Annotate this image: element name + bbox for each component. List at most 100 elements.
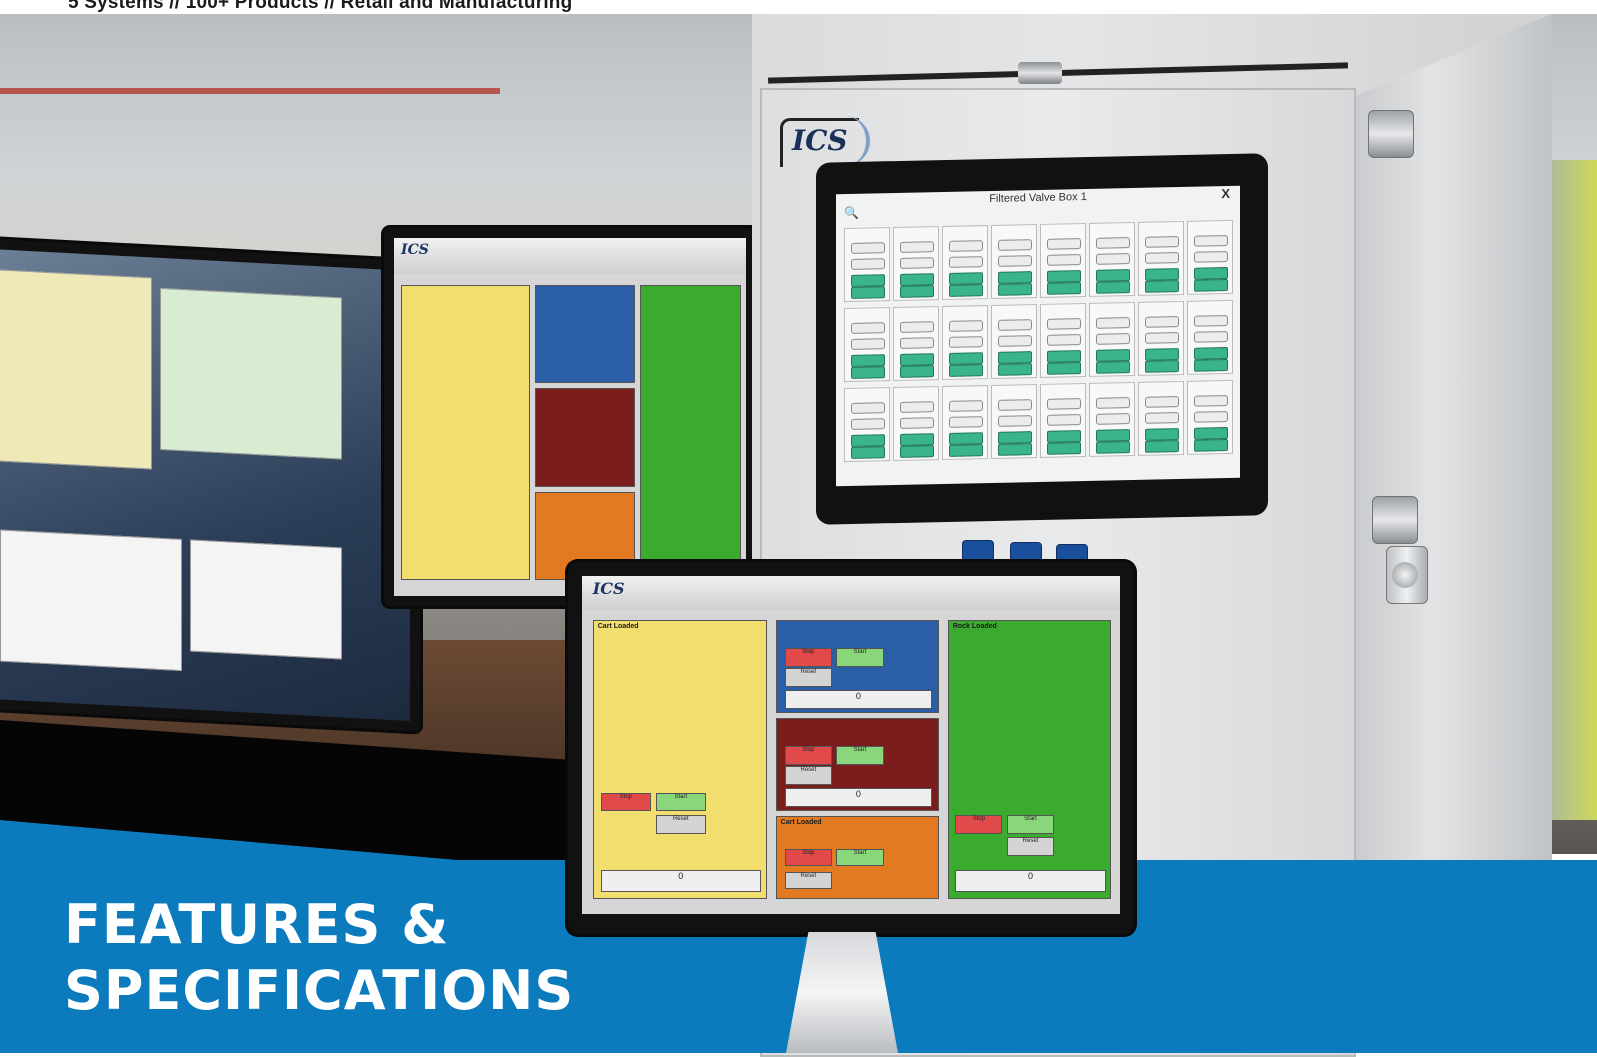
valve-status-button[interactable] — [1145, 268, 1179, 281]
valve-status-button[interactable] — [1145, 428, 1179, 441]
valve-button[interactable] — [1096, 413, 1130, 425]
valve-cell[interactable] — [1040, 222, 1086, 298]
valve-status-button[interactable] — [1194, 427, 1228, 440]
stop-button[interactable]: Stop — [784, 746, 832, 765]
valve-cell[interactable] — [942, 225, 988, 301]
valve-status-button[interactable] — [949, 284, 983, 297]
valve-status-button[interactable] — [1047, 350, 1081, 363]
valve-cell[interactable] — [942, 385, 988, 461]
valve-button[interactable] — [1145, 316, 1179, 328]
valve-button[interactable] — [998, 335, 1032, 347]
valve-button[interactable] — [949, 320, 983, 332]
valve-button[interactable] — [1145, 236, 1179, 248]
start-button[interactable]: Start — [836, 746, 884, 765]
valve-status-button[interactable] — [949, 364, 983, 377]
valve-status-button[interactable] — [1047, 282, 1081, 295]
valve-cell[interactable] — [1089, 381, 1135, 457]
valve-button[interactable] — [949, 256, 983, 268]
valve-cell[interactable] — [1040, 382, 1086, 458]
valve-button[interactable] — [851, 402, 885, 414]
valve-status-button[interactable] — [998, 431, 1032, 444]
valve-status-button[interactable] — [900, 353, 934, 366]
valve-status-button[interactable] — [1145, 360, 1179, 373]
valve-status-button[interactable] — [900, 365, 934, 378]
valve-button[interactable] — [1047, 414, 1081, 426]
reset-button[interactable]: Reset — [1006, 837, 1055, 856]
valve-cell[interactable] — [1187, 219, 1233, 295]
valve-cell[interactable] — [1187, 299, 1233, 375]
valve-status-button[interactable] — [949, 352, 983, 365]
valve-status-button[interactable] — [1047, 362, 1081, 375]
start-button[interactable]: Start — [1006, 814, 1055, 834]
valve-status-button[interactable] — [998, 271, 1032, 284]
valve-cell[interactable] — [1138, 380, 1184, 456]
valve-status-button[interactable] — [998, 363, 1032, 376]
valve-status-button[interactable] — [1096, 269, 1130, 282]
valve-button[interactable] — [900, 241, 934, 253]
valve-button[interactable] — [998, 255, 1032, 267]
valve-status-button[interactable] — [1047, 442, 1081, 455]
valve-status-button[interactable] — [1194, 359, 1228, 372]
valve-button[interactable] — [1194, 251, 1228, 263]
valve-button[interactable] — [1096, 253, 1130, 265]
valve-button[interactable] — [900, 417, 934, 429]
reset-button[interactable]: Reset — [655, 814, 706, 834]
valve-status-button[interactable] — [1145, 348, 1179, 361]
valve-button[interactable] — [1194, 315, 1228, 327]
valve-status-button[interactable] — [1096, 349, 1130, 362]
valve-cell[interactable] — [1089, 301, 1135, 377]
valve-status-button[interactable] — [1194, 267, 1228, 280]
valve-status-button[interactable] — [1145, 440, 1179, 453]
valve-button[interactable] — [1096, 237, 1130, 249]
valve-button[interactable] — [949, 336, 983, 348]
latch-knob-icon[interactable] — [1392, 562, 1418, 588]
valve-status-button[interactable] — [1047, 270, 1081, 283]
valve-button[interactable] — [900, 257, 934, 269]
valve-cell[interactable] — [991, 384, 1037, 459]
valve-button[interactable] — [1047, 318, 1081, 330]
valve-button[interactable] — [1194, 331, 1228, 343]
valve-button[interactable] — [1096, 333, 1130, 345]
valve-cell[interactable] — [893, 226, 939, 302]
valve-cell[interactable] — [991, 304, 1037, 379]
valve-button[interactable] — [1194, 235, 1228, 247]
valve-cell[interactable] — [844, 387, 890, 463]
valve-cell[interactable] — [1138, 300, 1184, 376]
valve-button[interactable] — [1096, 397, 1130, 409]
valve-status-button[interactable] — [900, 445, 934, 458]
valve-cell[interactable] — [844, 227, 890, 303]
reset-button[interactable]: Reset — [784, 766, 832, 785]
start-button[interactable]: Start — [836, 648, 884, 667]
valve-button[interactable] — [900, 321, 934, 333]
valve-button[interactable] — [998, 415, 1032, 427]
valve-button[interactable] — [851, 258, 885, 270]
valve-cell[interactable] — [991, 224, 1037, 299]
valve-status-button[interactable] — [1145, 280, 1179, 293]
valve-button[interactable] — [851, 242, 885, 254]
valve-status-button[interactable] — [1194, 279, 1228, 292]
valve-button[interactable] — [998, 319, 1032, 331]
valve-button[interactable] — [1194, 395, 1228, 407]
valve-status-button[interactable] — [998, 351, 1032, 364]
valve-cell[interactable] — [942, 305, 988, 381]
start-button[interactable]: Start — [836, 849, 884, 866]
stop-button[interactable]: Stop — [955, 814, 1003, 834]
valve-button[interactable] — [900, 401, 934, 413]
valve-button[interactable] — [1194, 411, 1228, 423]
valve-button[interactable] — [949, 400, 983, 412]
valve-status-button[interactable] — [1194, 439, 1228, 452]
valve-status-button[interactable] — [900, 273, 934, 286]
valve-button[interactable] — [1145, 412, 1179, 424]
valve-button[interactable] — [851, 418, 885, 430]
valve-button[interactable] — [851, 322, 885, 334]
valve-status-button[interactable] — [949, 272, 983, 285]
valve-button[interactable] — [998, 399, 1032, 411]
valve-cell[interactable] — [844, 307, 890, 383]
valve-status-button[interactable] — [949, 444, 983, 457]
valve-status-button[interactable] — [900, 285, 934, 298]
valve-button[interactable] — [1047, 334, 1081, 346]
valve-status-button[interactable] — [1096, 281, 1130, 294]
stop-button[interactable]: Stop — [600, 792, 651, 812]
valve-cell[interactable] — [1040, 302, 1086, 378]
valve-cell[interactable] — [1089, 221, 1135, 297]
